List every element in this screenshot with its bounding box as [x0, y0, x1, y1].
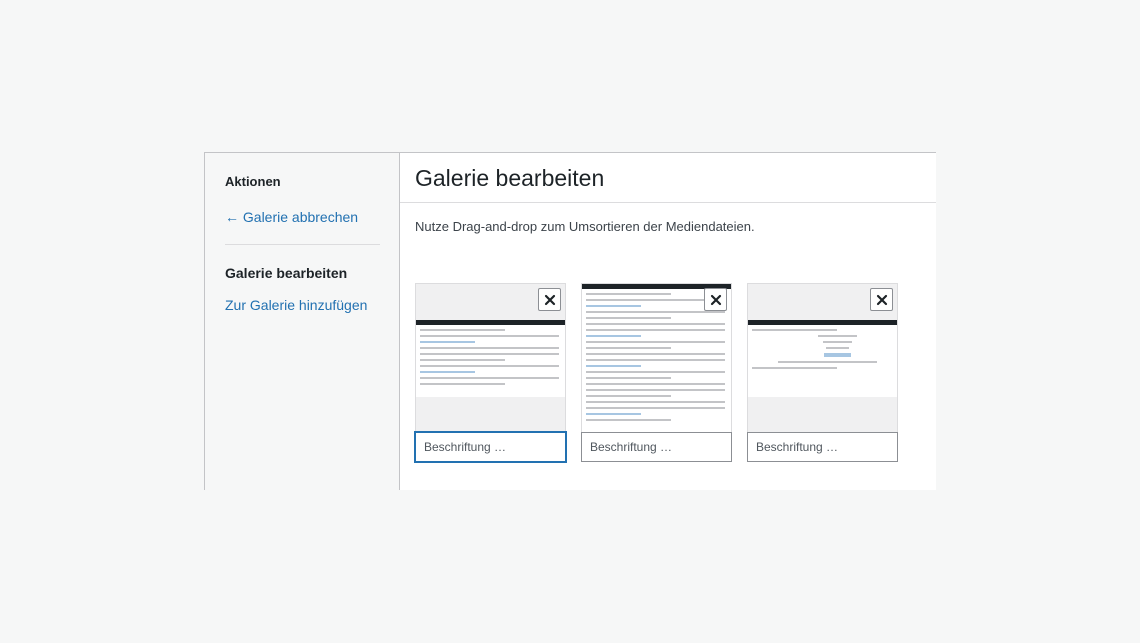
thumbnail-image[interactable] [747, 283, 898, 433]
gallery-grid [415, 283, 898, 463]
gallery-item[interactable] [747, 283, 898, 463]
close-icon [876, 294, 887, 305]
thumbnail-image[interactable] [581, 283, 732, 433]
gallery-item[interactable] [581, 283, 732, 463]
add-to-gallery-link[interactable]: Zur Galerie hinzufügen [225, 297, 379, 313]
sidebar-section-title: Galerie bearbeiten [225, 265, 348, 281]
remove-item-button[interactable] [870, 288, 893, 311]
page-title: Galerie bearbeiten [415, 165, 605, 191]
actions-heading: Aktionen [225, 174, 281, 189]
caption-input[interactable] [581, 432, 732, 462]
media-sidebar: Aktionen ← Galerie abbrechen Galerie bea… [205, 153, 400, 490]
title-bar: Galerie bearbeiten [400, 153, 936, 203]
gallery-item[interactable] [415, 283, 566, 463]
remove-item-button[interactable] [704, 288, 727, 311]
caption-input[interactable] [747, 432, 898, 462]
sidebar-divider [225, 244, 380, 245]
close-icon [544, 294, 555, 305]
instructions-text: Nutze Drag-and-drop zum Umsortieren der … [415, 219, 755, 234]
remove-item-button[interactable] [538, 288, 561, 311]
close-icon [710, 294, 721, 305]
caption-input[interactable] [415, 432, 566, 462]
thumbnail-image[interactable] [415, 283, 566, 433]
edit-gallery-modal: Aktionen ← Galerie abbrechen Galerie bea… [204, 152, 936, 490]
gallery-content: Galerie bearbeiten Nutze Drag-and-drop z… [400, 153, 936, 490]
cancel-gallery-link[interactable]: ← Galerie abbrechen [225, 209, 379, 225]
